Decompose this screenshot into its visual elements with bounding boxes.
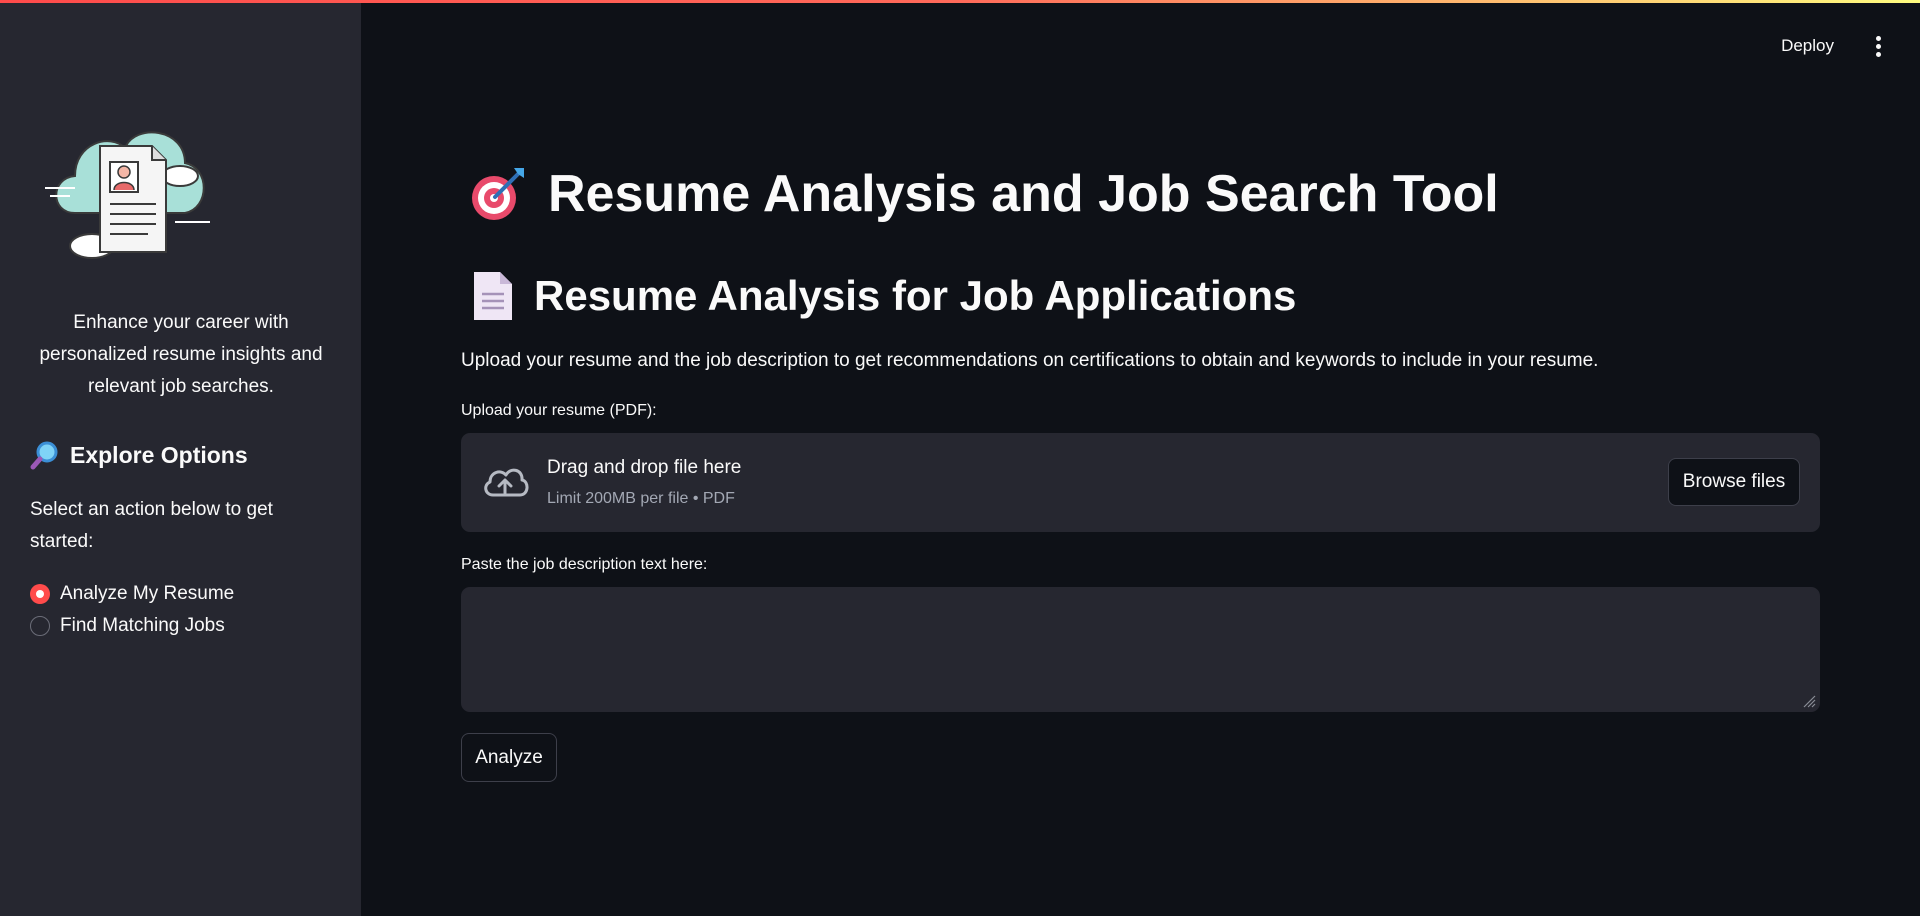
header-toolbar: Deploy: [1777, 30, 1890, 62]
main-menu-icon[interactable]: [1866, 30, 1890, 62]
dropzone-file-limit: Limit 200MB per file • PDF: [547, 490, 735, 507]
target-dart-icon: [472, 168, 524, 220]
radio-selected-indicator[interactable]: [30, 584, 50, 604]
deploy-button[interactable]: Deploy: [1777, 30, 1838, 62]
analyze-button[interactable]: Analyze: [461, 733, 557, 782]
section-title: Resume Analysis for Job Applications: [468, 270, 1296, 322]
radio-option-label: Analyze My Resume: [60, 583, 235, 604]
textarea-resize-handle-icon[interactable]: [1802, 694, 1816, 708]
instructions-text: Upload your resume and the job descripti…: [461, 350, 1599, 371]
section-title-text: Resume Analysis for Job Applications: [534, 272, 1297, 319]
browse-files-button[interactable]: Browse files: [1668, 458, 1800, 506]
dropzone-instructions: Drag and drop file here: [547, 457, 742, 478]
resume-file-dropzone[interactable]: Drag and drop file here Limit 200MB per …: [461, 433, 1820, 532]
magnifying-glass-icon: [30, 441, 58, 470]
radio-analyze-my-resume[interactable]: Analyze My Resume: [30, 578, 234, 610]
sidebar: Enhance your career with personalized re…: [0, 0, 361, 916]
select-action-text: Select an action below to get started:: [30, 499, 273, 552]
job-description-label: Paste the job description text here:: [461, 556, 708, 573]
action-radio-group: Analyze My Resume Find Matching Jobs: [30, 578, 234, 642]
cloud-upload-icon: [484, 468, 529, 497]
sidebar-tagline: Enhance your career with personalized re…: [39, 312, 323, 397]
document-icon: [474, 272, 512, 320]
top-decoration-bar: [0, 0, 1920, 3]
explore-options-label: Explore Options: [70, 441, 248, 468]
job-description-textarea[interactable]: [461, 587, 1820, 712]
page-title-text: Resume Analysis and Job Search Tool: [548, 165, 1499, 223]
upload-resume-label: Upload your resume (PDF):: [461, 402, 657, 419]
page-title: Resume Analysis and Job Search Tool: [468, 164, 1499, 224]
radio-find-matching-jobs[interactable]: Find Matching Jobs: [30, 610, 234, 642]
radio-unselected-indicator[interactable]: [30, 616, 50, 636]
radio-option-label: Find Matching Jobs: [60, 615, 225, 636]
resume-illustration-icon: [45, 131, 210, 259]
explore-options-heading: Explore Options: [30, 440, 248, 470]
